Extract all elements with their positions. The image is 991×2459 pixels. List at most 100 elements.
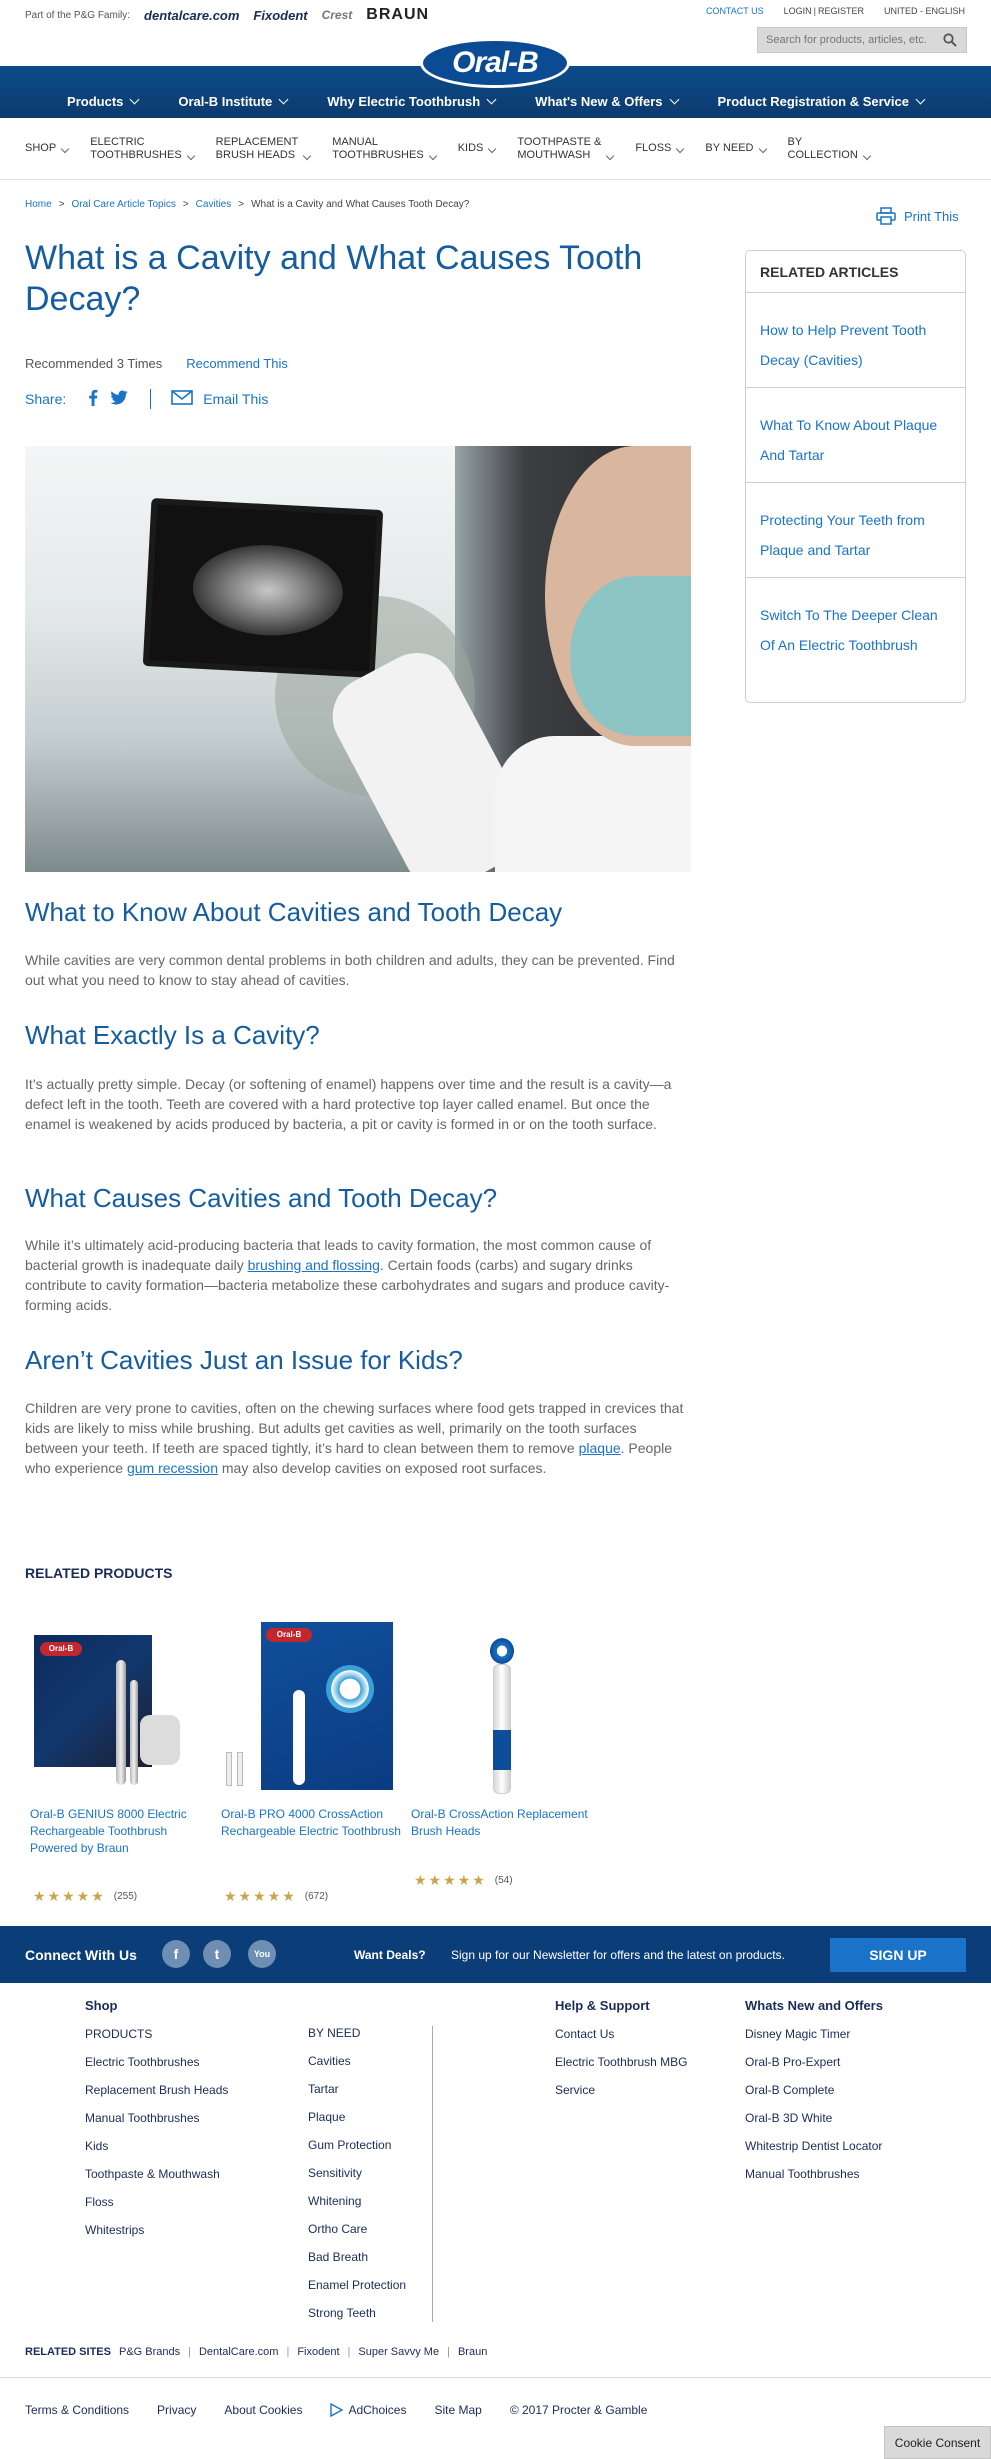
subnav-shop[interactable]: SHOP [25,142,70,155]
nav-whats-new[interactable]: What's New & Offers [535,94,679,109]
subnav-by-need[interactable]: BY NEED [705,142,767,155]
footer-link[interactable]: Service [555,2083,688,2111]
plaque-link[interactable]: plaque [579,1440,621,1456]
subnav-toothpaste-mouthwash[interactable]: TOOTHPASTE & MOUTHWASH [517,136,615,162]
nav-products[interactable]: Products [67,94,140,109]
footer-link[interactable]: Floss [85,2195,228,2223]
site-map-link[interactable]: Site Map [434,2403,481,2417]
footer-link[interactable]: Cavities [308,2054,406,2082]
product-card[interactable]: Oral-B CrossAction Replacement Brush Hea… [411,1620,591,1888]
footer-link[interactable]: Electric Toothbrushes [85,2055,228,2083]
product-image[interactable]: Oral-B [221,1620,393,1796]
footer-link[interactable]: Contact Us [555,2027,688,2055]
footer-byneed-column: BY NEED Cavities Tartar Plaque Gum Prote… [308,2026,406,2334]
subnav-replacement-brush-heads[interactable]: REPLACEMENT BRUSH HEADS [216,136,312,162]
footer-link[interactable]: Enamel Protection [308,2278,406,2306]
product-image[interactable] [411,1620,571,1796]
subnav-electric-toothbrushes[interactable]: ELECTRIC TOOTHBRUSHES [90,136,195,162]
footer-link[interactable]: BY NEED [308,2026,406,2054]
footer-link[interactable]: Ortho Care [308,2222,406,2250]
locale-selector[interactable]: UNITED - ENGLISH [884,6,965,16]
footer-link[interactable]: Tartar [308,2082,406,2110]
facebook-icon[interactable] [88,389,98,409]
email-icon[interactable] [171,390,194,408]
nav-oral-b-institute[interactable]: Oral-B Institute [178,94,289,109]
footer-link[interactable]: Disney Magic Timer [745,2027,883,2055]
related-article-link[interactable]: What To Know About Plaque And Tartar [746,388,965,483]
about-cookies-link[interactable]: About Cookies [224,2403,302,2417]
related-site-link[interactable]: Braun [458,2346,487,2358]
dentalcare-logo[interactable]: dentalcare.com [144,8,239,23]
contact-us-link[interactable]: CONTACT US [706,6,764,16]
adchoices-link[interactable]: AdChoices [330,2403,406,2417]
footer-link[interactable]: Electric Toothbrush MBG [555,2055,688,2083]
search-input[interactable] [758,34,938,46]
login-link[interactable]: LOGIN [784,6,812,16]
related-site-link[interactable]: Super Savvy Me [358,2346,439,2358]
related-article-link[interactable]: How to Help Prevent Tooth Decay (Cavitie… [746,293,965,388]
footer-link[interactable]: Toothpaste & Mouthwash [85,2167,228,2195]
footer-link[interactable]: Oral-B Pro-Expert [745,2055,883,2083]
recommend-link[interactable]: Recommend This [186,356,288,371]
twitter-icon[interactable] [110,390,128,408]
product-name[interactable]: Oral-B GENIUS 8000 Electric Rechargeable… [30,1806,210,1857]
section-body: It’s actually pretty simple. Decay (or s… [25,1076,672,1132]
footer-link[interactable]: Strong Teeth [308,2306,406,2334]
footer-link[interactable]: Replacement Brush Heads [85,2083,228,2111]
related-site-link[interactable]: Fixodent [297,2346,339,2358]
braun-logo[interactable]: BRAUN [366,6,429,24]
footer-link[interactable]: Gum Protection [308,2138,406,2166]
register-link[interactable]: REGISTER [818,6,864,16]
breadcrumb-home[interactable]: Home [25,199,52,210]
footer-link[interactable]: Whitestrips [85,2223,228,2251]
footer-link[interactable]: PRODUCTS [85,2027,228,2055]
footer-link[interactable]: Manual Toothbrushes [745,2167,883,2195]
search-icon[interactable] [938,28,962,52]
signup-button[interactable]: SIGN UP [830,1938,966,1972]
fixodent-logo[interactable]: Fixodent [253,8,307,23]
subnav-floss[interactable]: FLOSS [635,142,685,155]
footer-link[interactable]: Sensitivity [308,2166,406,2194]
subnav-manual-toothbrushes[interactable]: MANUAL TOOTHBRUSHES [332,136,437,162]
product-name[interactable]: Oral-B CrossAction Replacement Brush Hea… [411,1806,591,1840]
nav-why-electric[interactable]: Why Electric Toothbrush [327,94,497,109]
footer-whatsnew-column: Whats New and Offers Disney Magic Timer … [745,1998,883,2195]
product-image[interactable]: Oral-B [30,1620,190,1796]
twitter-icon[interactable]: t [203,1940,231,1968]
section-heading: What to Know About Cavities and Tooth De… [25,897,563,927]
footer-link[interactable]: Plaque [308,2110,406,2138]
crest-logo[interactable]: Crest [322,8,353,22]
youtube-icon[interactable]: You [248,1940,276,1968]
brushing-flossing-link[interactable]: brushing and flossing [248,1257,380,1273]
product-name[interactable]: Oral-B PRO 4000 CrossAction Rechargeable… [221,1806,401,1840]
footer-link[interactable]: Kids [85,2139,228,2167]
print-button[interactable]: Print This [876,207,959,225]
footer-link[interactable]: Whitestrip Dentist Locator [745,2139,883,2167]
privacy-link[interactable]: Privacy [157,2403,196,2417]
footer-link[interactable]: Oral-B Complete [745,2083,883,2111]
related-article-link[interactable]: Switch To The Deeper Clean Of An Electri… [746,578,965,660]
related-article-link[interactable]: Protecting Your Teeth from Plaque and Ta… [746,483,965,578]
nav-product-registration[interactable]: Product Registration & Service [718,94,926,109]
oral-b-logo[interactable]: Oral-B [420,38,570,88]
pg-family: Part of the P&G Family: dentalcare.com F… [25,6,429,24]
facebook-icon[interactable]: f [162,1940,190,1968]
footer-link[interactable]: Bad Breath [308,2250,406,2278]
breadcrumb-cavities[interactable]: Cavities [196,199,232,210]
email-link[interactable]: Email This [203,391,268,407]
footer-link[interactable]: Manual Toothbrushes [85,2111,228,2139]
chevron-down-icon [606,151,615,160]
subnav-by-collection[interactable]: BY COLLECTION [788,136,872,162]
footer-rule [0,2377,991,2378]
breadcrumb-article-topics[interactable]: Oral Care Article Topics [72,199,176,210]
related-site-link[interactable]: DentalCare.com [199,2346,278,2358]
footer-link[interactable]: Whitening [308,2194,406,2222]
product-card[interactable]: Oral-B Oral-B GENIUS 8000 Electric Recha… [30,1620,210,1904]
cookie-consent-button[interactable]: Cookie Consent [884,2426,991,2459]
product-card[interactable]: Oral-B Oral-B PRO 4000 CrossAction Recha… [221,1620,401,1904]
gum-recession-link[interactable]: gum recession [127,1460,218,1476]
terms-link[interactable]: Terms & Conditions [25,2403,129,2417]
related-site-link[interactable]: P&G Brands [119,2346,180,2358]
subnav-kids[interactable]: KIDS [458,142,497,155]
footer-link[interactable]: Oral-B 3D White [745,2111,883,2139]
